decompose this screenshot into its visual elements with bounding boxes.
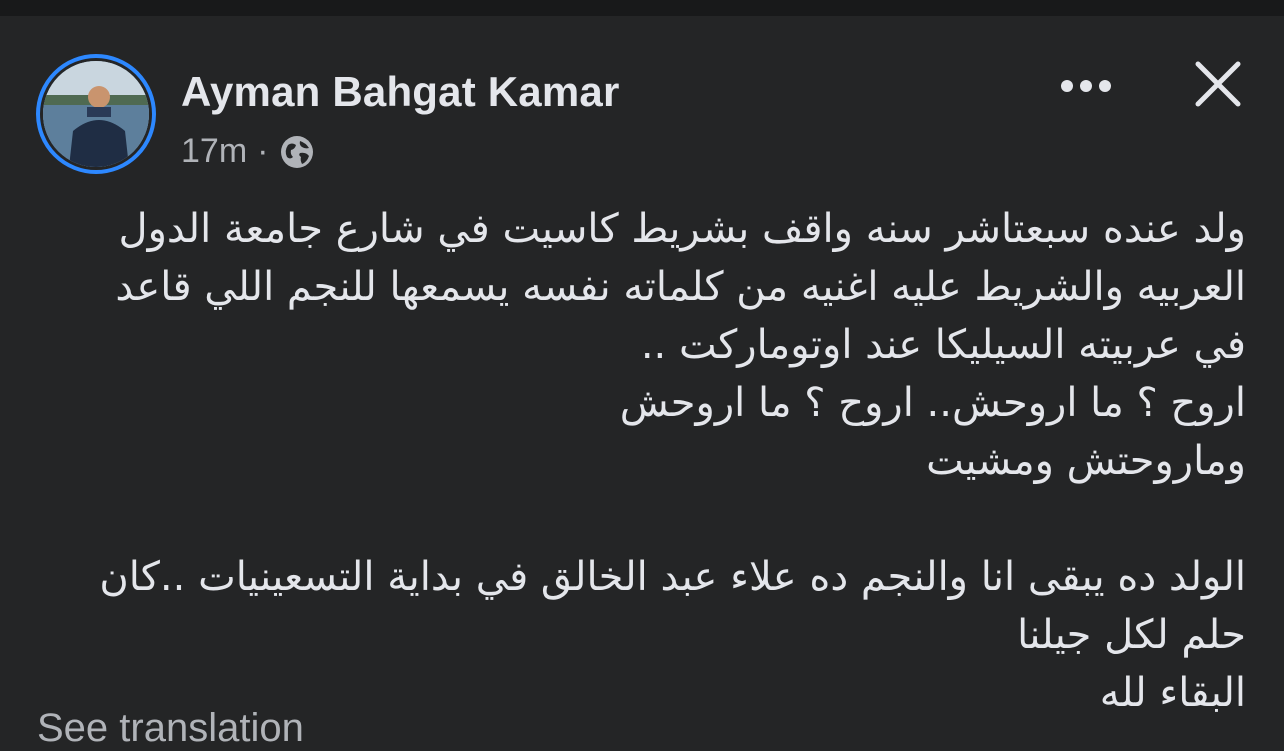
post-text-line: الولد ده يبقى انا والنجم ده علاء عبد الخ… [99,554,1246,600]
close-icon [1195,61,1241,107]
post-text-line: في عربيته السيليكا عند اوتوماركت .. [640,322,1246,368]
more-horizontal-icon [1061,80,1111,92]
author-avatar[interactable] [36,54,156,174]
post-text: ولد عنده سبعتاشر سنه واقف بشريط كاسيت في… [36,200,1246,722]
post-text-line: ولد عنده سبعتاشر سنه واقف بشريط كاسيت في… [118,206,1246,252]
post-time[interactable]: 17m [181,132,247,171]
post-meta: 17m · [181,132,316,171]
post-text-line [36,490,1246,548]
globe-icon[interactable] [278,133,316,171]
post-text-line: حلم لكل جيلنا [1017,612,1246,658]
see-translation-link[interactable]: See translation [37,706,304,751]
meta-separator: · [257,132,269,170]
avatar-photo [43,61,149,167]
post-text-line: اروح ؟ ما اروحش.. اروح ؟ ما اروحش [619,380,1246,426]
author-name[interactable]: Ayman Bahgat Kamar [181,68,620,116]
post-card: Ayman Bahgat Kamar 17m · ولد عنده سبعتاش… [0,16,1284,750]
post-text-line: وماروحتش ومشيت [926,438,1246,484]
status-bar [0,0,1284,16]
post-text-line: العربيه والشريط عليه اغنيه من كلماته نفس… [115,264,1246,310]
close-button[interactable] [1186,52,1250,116]
more-options-button[interactable] [1052,64,1120,108]
